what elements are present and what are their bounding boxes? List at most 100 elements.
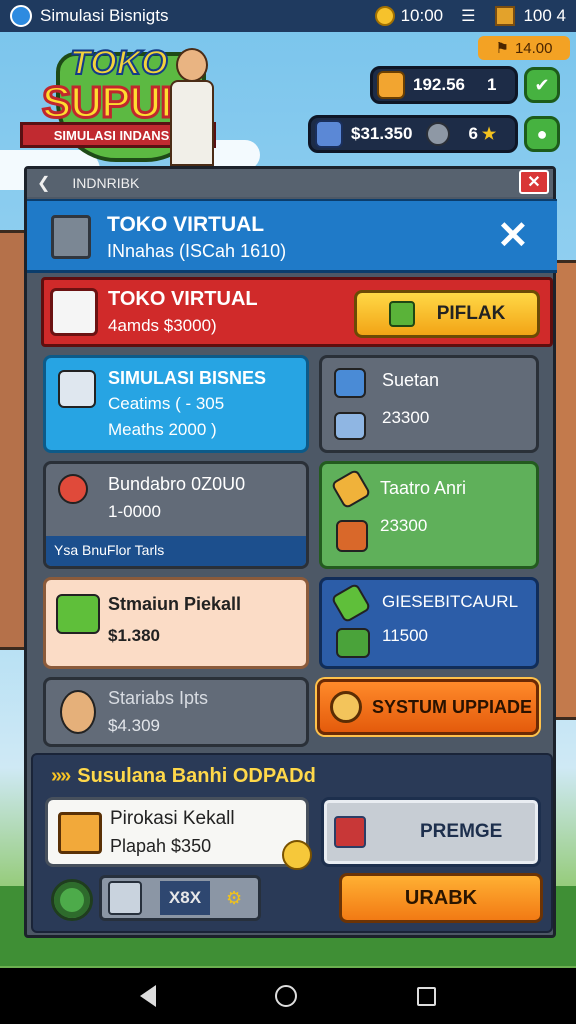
mail-resource-bar: 192.56 1 — [370, 66, 518, 104]
item-card-stmaiun[interactable]: Stmaiun Piekall $1.380 — [43, 577, 309, 669]
panel-close-button[interactable]: ✕ — [519, 170, 549, 194]
premium-label: PREMGE — [420, 821, 503, 842]
bottom-title: »» Susulana Banhi ODPADd — [51, 765, 316, 788]
money-resource-bar: $31.350 6 ★ — [308, 115, 518, 153]
card-title: GIESEBITCAURL — [382, 592, 519, 611]
featured-button-label: PIFLAK — [436, 303, 506, 324]
store-banner: TOKO VIRTUAL INnahas (ISCah 1610) ✕ — [27, 199, 557, 273]
bottom-title-text: Susulana Banhi ODPADd — [77, 765, 316, 787]
cart-icon — [336, 628, 370, 658]
mail-resource-suffix: 1 — [487, 75, 497, 94]
bottom-section: »» Susulana Banhi ODPADd Pirokasi Kekall … — [31, 753, 553, 933]
nav-back-icon[interactable] — [139, 985, 156, 1007]
gear-icon[interactable]: ⚙ — [226, 888, 242, 909]
mail-icon — [377, 71, 405, 99]
card-value: 1-0000 — [108, 502, 161, 521]
item-card-giesebit[interactable]: GIESEBITCAURL 11500 — [319, 577, 539, 669]
featured-buy-button[interactable]: PIFLAK — [354, 290, 540, 338]
panel-header: ❮ INDNRIBK ✕ — [27, 169, 553, 197]
mail-resource-value: 192.56 — [413, 75, 465, 94]
bottom-offer-card[interactable]: Pirokasi Kekall Plapah $350 — [45, 797, 312, 870]
card-value: 23300 — [380, 516, 428, 535]
bottom-offer-price: Plapah $350 — [110, 836, 212, 856]
coin-icon — [374, 6, 395, 26]
settings-round-button[interactable] — [51, 879, 93, 921]
counter-value: X8X — [160, 881, 210, 915]
item-card-suetan[interactable]: Suetan 23300 — [319, 355, 539, 453]
bonus-chip[interactable]: ⚑ 14.00 — [478, 36, 570, 60]
item-card-simulasi[interactable]: SIMULASI BISNES Ceatims ( - 305 Meaths 2… — [43, 355, 309, 453]
flashlight-icon — [330, 468, 372, 510]
featured-offer: TOKO VIRTUAL 4amds $3000) PIFLAK — [41, 277, 553, 347]
game-logo: TOKO SUPUIR SIMULASI INDANSAI — [18, 42, 218, 167]
nav-recents-icon[interactable] — [417, 986, 437, 1006]
store-title: TOKO VIRTUAL — [107, 213, 265, 236]
premium-button[interactable]: PREMGE — [321, 797, 541, 867]
store-subtitle: INnahas (ISCah 1610) — [107, 241, 287, 261]
card-title: Stmaiun Piekall — [108, 594, 242, 614]
back-arrow-icon[interactable]: ❮ — [37, 173, 50, 193]
item-card-bundabro[interactable]: Bundabro 0Z0U0 1-0000 Ysa BnuFlor Tarls — [43, 461, 309, 569]
crate-icon — [334, 412, 366, 440]
pin-icon — [58, 474, 88, 504]
crate-icon — [388, 301, 415, 327]
card-strip: Ysa BnuFlor Tarls — [46, 536, 306, 566]
box-icon — [334, 368, 366, 398]
premium-box-icon — [334, 816, 366, 848]
card-title: Bundabro 0Z0U0 — [108, 474, 246, 494]
shopkeeper-head — [176, 48, 208, 82]
item-card-stariabs[interactable]: Stariabs Ipts $4.309 — [43, 677, 309, 747]
card-title: Suetan — [382, 370, 440, 390]
card-title: SIMULASI BISNES — [108, 368, 267, 388]
star-icon: ★ — [481, 126, 497, 143]
card-value: $1.380 — [108, 626, 160, 645]
status-bar: Simulasi Bisnigts 10:00 ☰ 100 4 — [0, 0, 576, 32]
bottom-offer-title: Pirokasi Kekall — [110, 808, 235, 829]
gauge-icon — [426, 122, 451, 146]
app-icon — [10, 5, 32, 27]
status-right-value: 100 4 — [523, 6, 566, 25]
upgrade-icon — [330, 691, 362, 723]
system-nav-bar — [0, 968, 576, 1024]
card-value: $4.309 — [108, 716, 160, 735]
item-card-taatro[interactable]: Taatro Anri 23300 — [319, 461, 539, 569]
wifi-icon: ☰ — [461, 8, 476, 25]
wallet-icon — [315, 120, 343, 148]
count-value: 6 — [468, 124, 478, 143]
cart-icon — [58, 370, 96, 408]
tool-icon — [330, 582, 372, 624]
cart-icon — [108, 881, 142, 915]
card-line: Ceatims ( - 305 — [108, 394, 225, 413]
avatar — [60, 690, 96, 734]
system-upgrade-label: SYSTUM UPPIADE — [372, 696, 533, 717]
system-upgrade-button[interactable]: SYSTUM UPPIADE — [317, 679, 539, 735]
store-close-button[interactable]: ✕ — [497, 217, 529, 255]
panel-header-title: INDNRIBK — [72, 175, 140, 191]
status-time: 10:00 — [400, 6, 444, 25]
crate-icon — [336, 520, 368, 552]
nav-home-icon[interactable] — [275, 985, 298, 1007]
shopkeeper-character — [168, 48, 216, 166]
card-value: 11500 — [382, 626, 429, 645]
store-panel: ❮ INDNRIBK ✕ TOKO VIRTUAL INnahas (ISCah… — [24, 166, 557, 938]
cabinet-icon — [51, 215, 91, 259]
featured-subtitle: 4amds $3000) — [108, 316, 217, 335]
card-line: Meaths 2000 ) — [108, 420, 217, 439]
card-title: Stariabs Ipts — [108, 688, 209, 708]
shopkeeper-body — [170, 80, 214, 166]
card-value: 23300 — [382, 408, 430, 427]
crate-icon — [58, 812, 102, 854]
shopping-cart-icon — [50, 288, 98, 336]
add-mail-button[interactable]: ✔ — [524, 67, 560, 103]
action-button[interactable]: URABK — [339, 873, 543, 923]
green-cart-icon — [56, 594, 100, 634]
coin-badge-icon — [282, 840, 312, 870]
card-title: Taatro Anri — [380, 478, 467, 498]
money-value: $31.350 — [351, 124, 413, 143]
flag-icon: ⚑ — [495, 40, 509, 57]
add-money-button[interactable]: ● — [524, 116, 560, 152]
status-app-title: Simulasi Bisnigts — [40, 6, 169, 25]
bonus-label: 14.00 — [514, 39, 553, 57]
inventory-box-icon — [495, 6, 516, 26]
arrows-icon: »» — [51, 765, 71, 787]
